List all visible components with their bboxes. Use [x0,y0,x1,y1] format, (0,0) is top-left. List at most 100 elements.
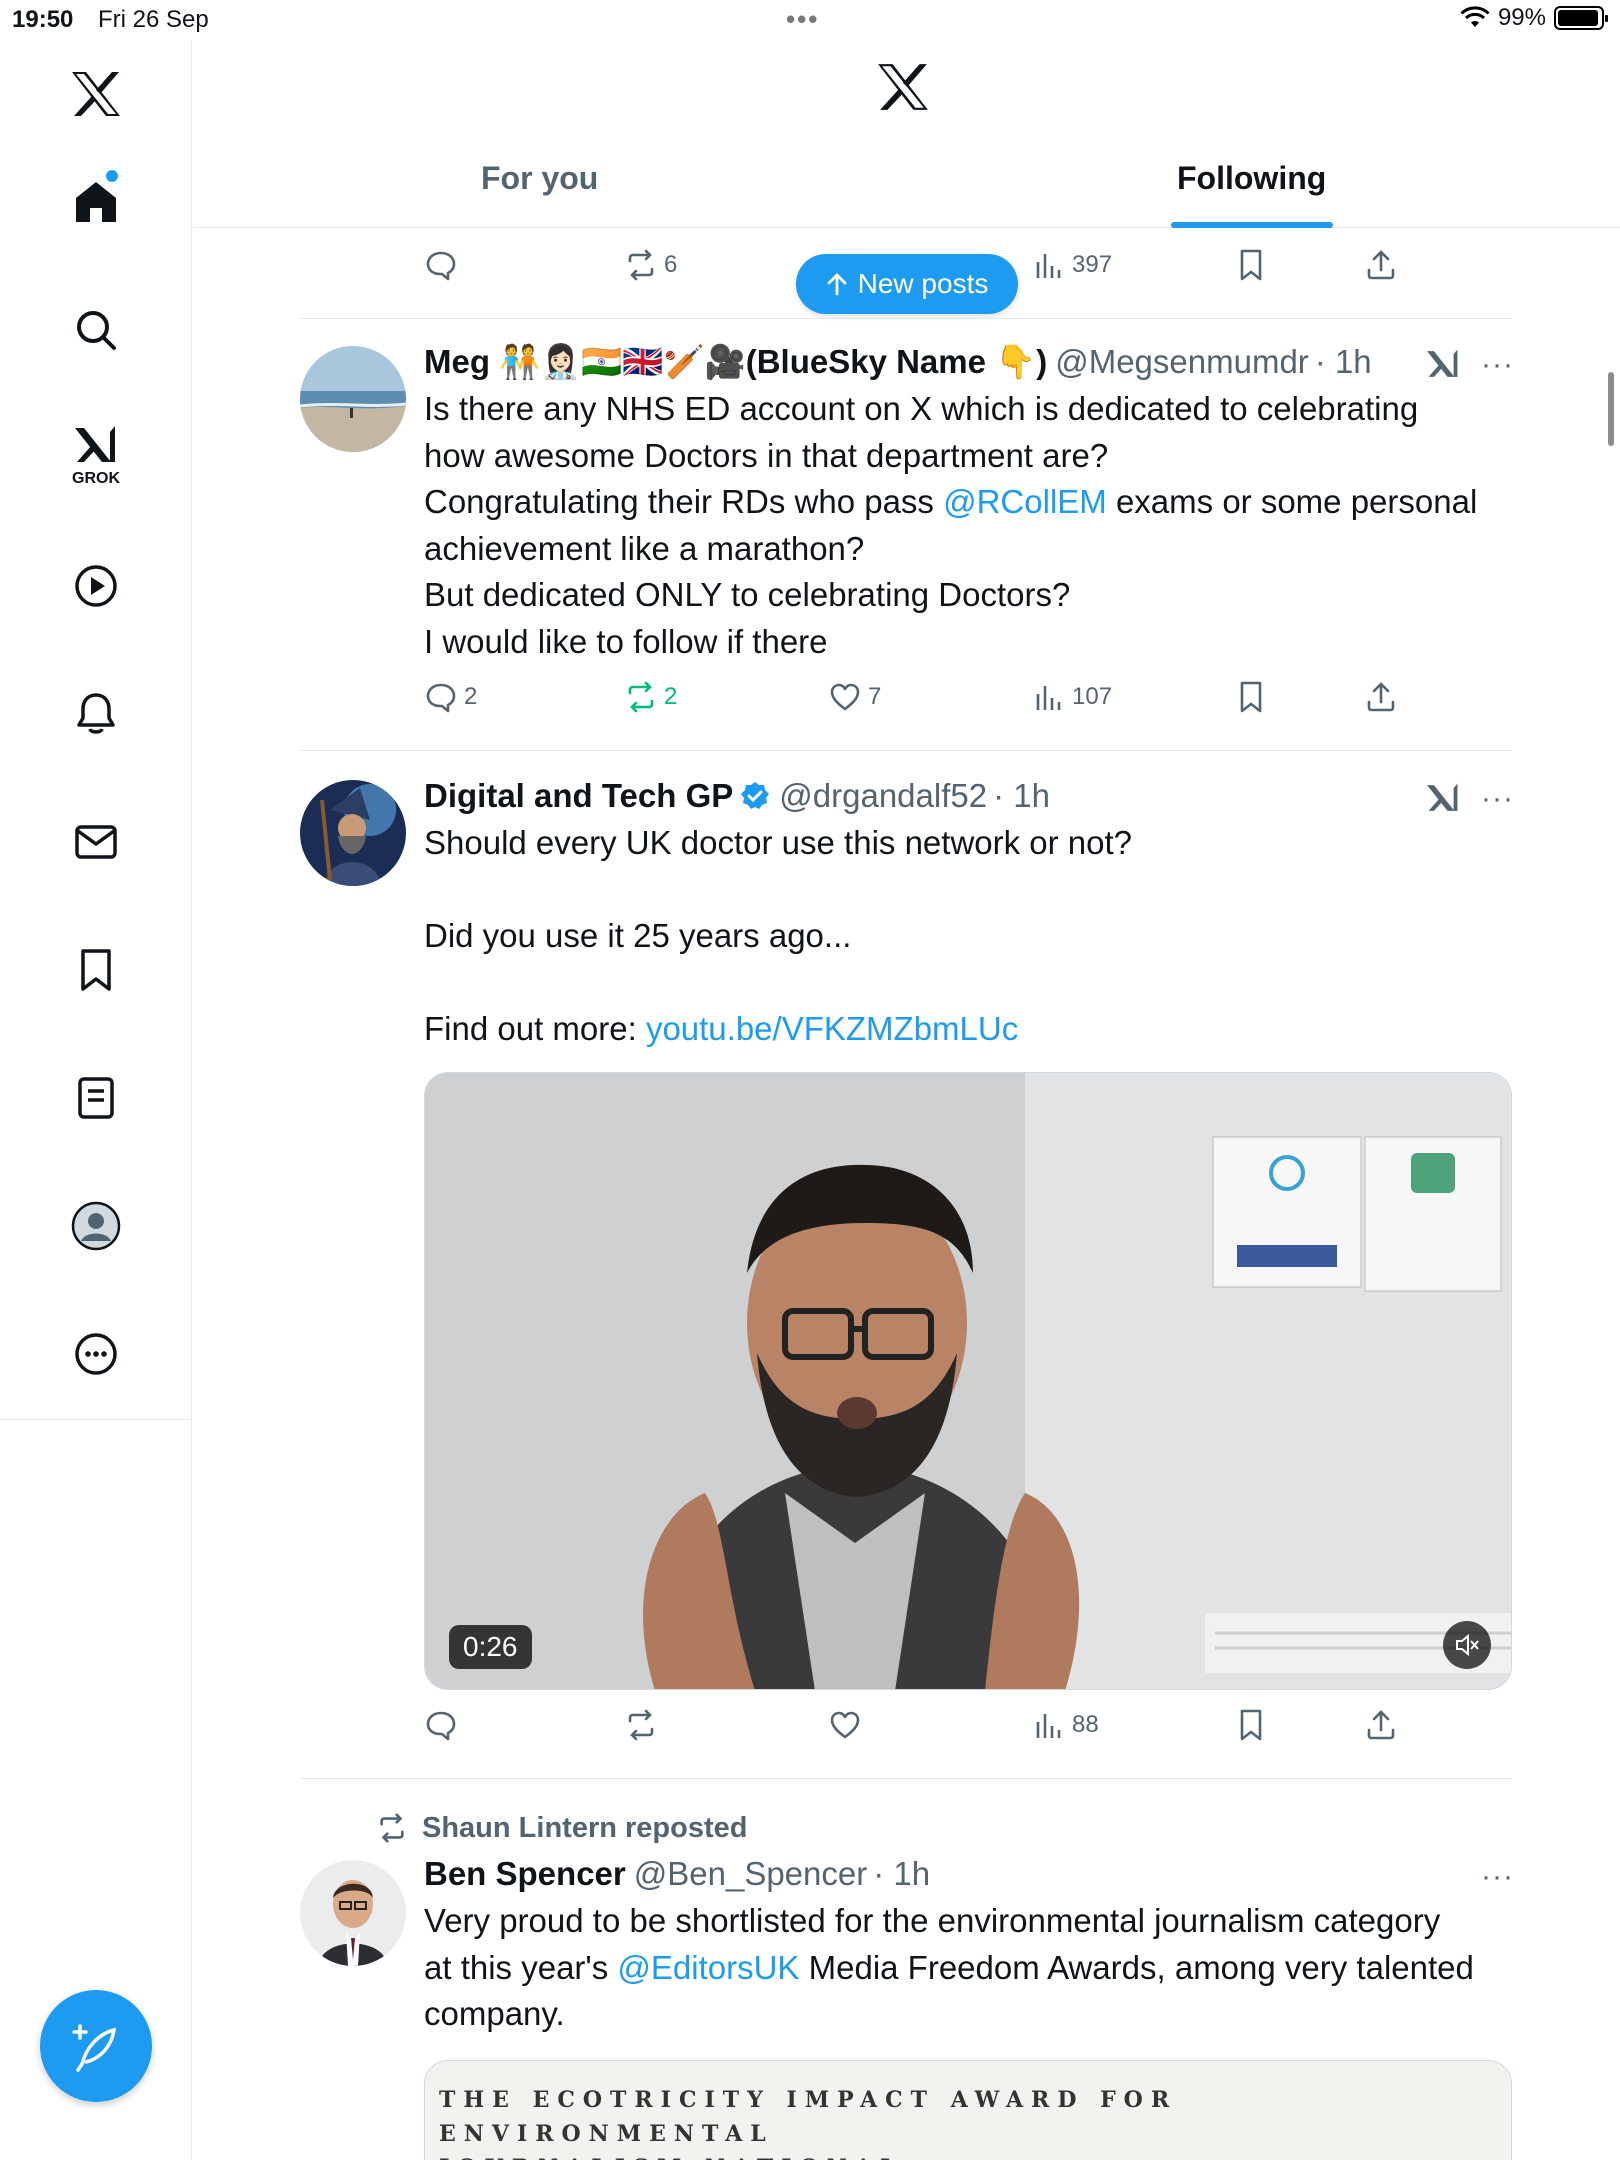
sidebar: GROK [0,40,192,1420]
like-button[interactable] [828,1708,862,1742]
sidebar-item-video[interactable] [56,546,136,626]
tweet-text-line: achievement like a marathon? [424,529,865,567]
reply-button[interactable] [424,248,458,282]
video-thumbnail [425,1073,1511,1689]
more-options-icon[interactable]: ··· [1481,782,1514,816]
sidebar-item-search[interactable] [56,290,136,370]
tweet-text-line: Is there any NHS ED account on X which i… [424,390,1419,427]
repost-button[interactable] [624,1708,658,1742]
reply-button[interactable]: 2 [424,680,477,714]
more-options-icon[interactable]: ··· [1481,1860,1514,1894]
bookmark-button[interactable] [1234,1708,1268,1742]
new-posts-button[interactable]: New posts [796,254,1018,314]
share-icon [1367,250,1395,280]
bookmark-button[interactable] [1234,680,1268,714]
views-icon [1036,1714,1061,1738]
reply-button[interactable] [424,1708,458,1742]
tweet-text-line: But dedicated ONLY to celebrating Doctor… [424,576,1071,613]
grok-explain-button[interactable] [1424,780,1462,821]
search-icon [77,311,116,350]
battery-percent: 99% [1497,4,1546,31]
more-options-icon[interactable]: ··· [1481,348,1514,382]
tweet-text-segment: Find out more: [424,1010,646,1047]
tweet-text-segment: Media Freedom Awards, among very talente… [799,1948,1474,1986]
status-bar: 19:50 Fri 26 Sep ••• 99% [0,0,1620,40]
video-player[interactable]: 0:26 [424,1072,1512,1690]
mention-link[interactable]: @EditorsUK [617,1949,799,1986]
grok-explain-button[interactable] [1424,346,1462,387]
reply-icon [426,251,456,281]
views-count: 397 [1072,251,1113,278]
repost-icon [628,249,654,281]
tab-following[interactable]: Following [1177,160,1326,197]
reply-icon [426,683,456,713]
sidebar-item-grok[interactable]: GROK [56,414,136,494]
tweet-author-handle[interactable]: @Megsenmumdr [1055,343,1309,381]
tweet-author-handle[interactable]: @Ben_Spencer [634,1855,867,1893]
youtube-link[interactable]: youtu.be/VFKZMZbmLUc [646,1010,1018,1047]
mute-button[interactable] [1443,1621,1491,1669]
avatar[interactable] [300,346,406,452]
repost-indicator[interactable]: Shaun Lintern reposted [376,1808,747,1848]
tweet-author-name[interactable]: Ben Spencer [424,1855,626,1893]
views-icon [1036,254,1061,278]
repost-icon [380,1813,404,1843]
video-icon [75,565,117,607]
multitasking-dots-icon[interactable]: ••• [786,4,819,35]
mail-icon [75,825,117,859]
avatar[interactable] [300,1860,406,1966]
share-button[interactable] [1364,1708,1398,1742]
divider [300,750,1512,751]
views-count: 88 [1072,1711,1099,1738]
tweet-text-line: Should every UK doctor use this network … [424,824,1133,861]
scrollbar[interactable] [1608,372,1614,446]
status-time: 19:50 [12,6,74,33]
sidebar-item-lists[interactable] [56,1058,136,1138]
sidebar-item-notifications[interactable] [56,674,136,754]
views-button[interactable]: 397 [1032,248,1112,282]
wifi-icon [1460,6,1490,27]
repost-button[interactable]: 2 [624,680,677,714]
repost-count: 2 [664,683,678,710]
sidebar-item-home[interactable] [56,162,136,242]
sidebar-item-profile[interactable] [56,1186,136,1266]
tweet-actions: 2 2 7 107 [424,680,1424,724]
tweet-time: · 1h [1314,343,1372,380]
bookmark-button[interactable] [1234,248,1268,282]
views-count: 107 [1072,683,1113,710]
card-text-line: JOURNALISM NATIONAL [439,2151,1511,2160]
bookmark-icon [1240,1709,1262,1741]
repost-count: 6 [664,251,678,278]
heart-icon [830,683,860,711]
tweet-time: · 1h [873,1855,931,1892]
views-button[interactable]: 88 [1032,1708,1099,1742]
like-button[interactable]: 7 [828,680,881,714]
sidebar-item-messages[interactable] [56,802,136,882]
mention-link[interactable]: @RCollEM [943,483,1107,520]
home-icon [76,182,116,222]
sidebar-item-more[interactable] [56,1314,136,1394]
share-icon [1367,1710,1395,1740]
tweet-author-handle[interactable]: @drgandalf52 [779,777,987,815]
active-tab-indicator [1171,222,1333,228]
share-button[interactable] [1364,680,1398,714]
share-button[interactable] [1364,248,1398,282]
views-button[interactable]: 107 [1032,680,1112,714]
tweet-author-name[interactable]: Digital and Tech GP [424,777,733,815]
tweet-text-segment: at this year's [424,1948,618,1986]
card-text-line: THE ECOTRICITY IMPACT AWARD FOR ENVIRONM… [439,2087,1178,2147]
sidebar-item-bookmarks[interactable] [56,930,136,1010]
repost-button[interactable]: 6 [624,248,677,282]
notification-dot [106,170,118,182]
x-header-logo-icon[interactable] [876,62,930,117]
tweet-author-name[interactable]: Meg 🧑‍🤝‍🧑👩🏻‍⚕️🇮🇳🇬🇧🏏🎥(BlueSky Name 👇) [424,343,1047,382]
media-card[interactable]: THE ECOTRICITY IMPACT AWARD FOR ENVIRONM… [424,2060,1512,2160]
share-icon [1367,682,1395,712]
avatar[interactable] [300,780,406,886]
tab-for-you[interactable]: For you [481,160,598,197]
video-duration: 0:26 [449,1625,532,1669]
compose-button[interactable] [40,1990,152,2102]
tweet-text-segment: Congratulating their RDs who pass [424,483,944,520]
x-logo-icon[interactable] [56,54,136,134]
tweet-text-line: how awesome Doctors in that department a… [424,436,1109,474]
